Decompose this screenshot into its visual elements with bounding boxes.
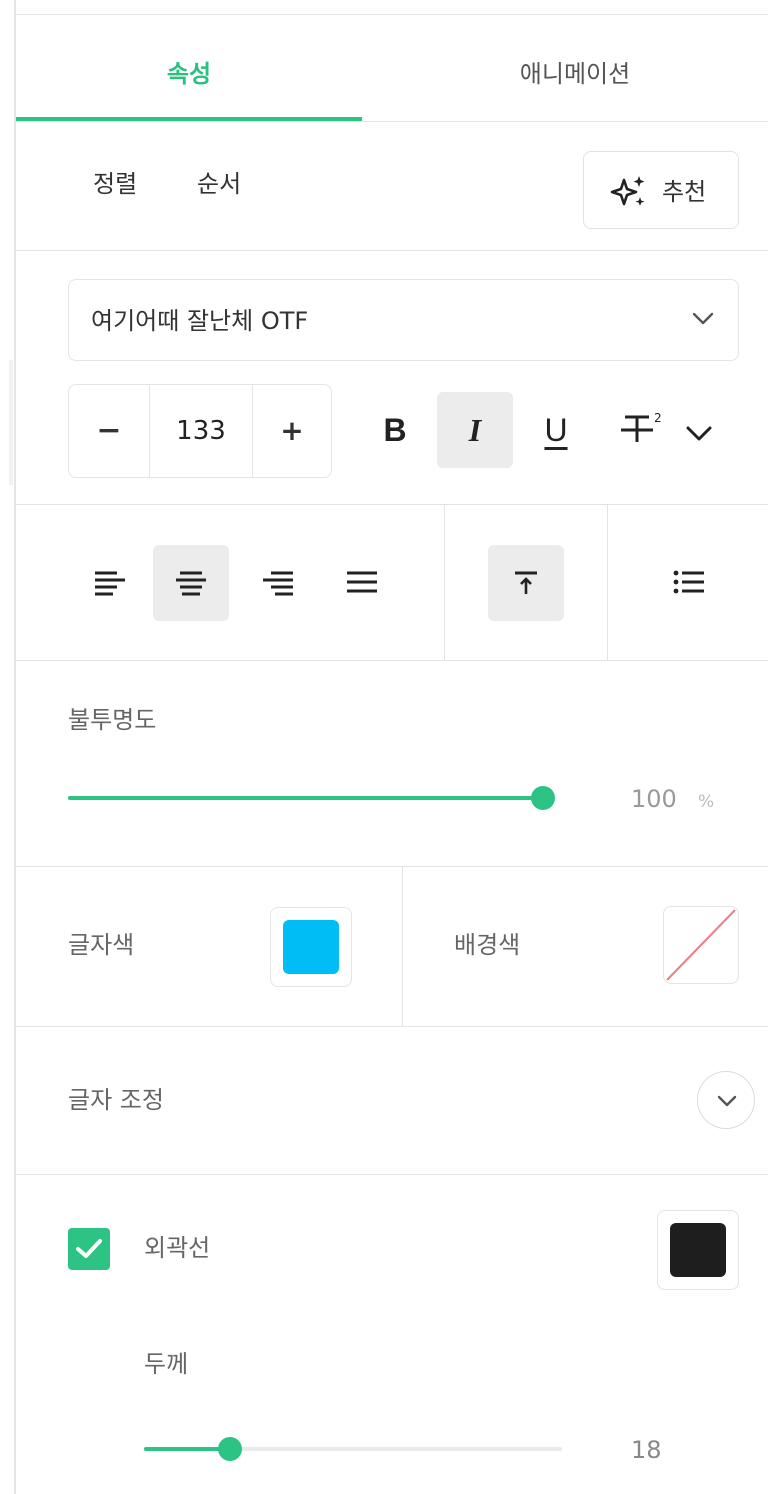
chevron-down-icon [717, 1095, 737, 1107]
chevron-down-icon [692, 312, 714, 325]
checkmark-icon [76, 1239, 102, 1258]
align-justify-button[interactable] [324, 545, 400, 621]
panel-left-edge [9, 360, 13, 485]
no-color-icon [666, 909, 736, 981]
section-divider [16, 1026, 768, 1027]
thickness-label: 두께 [144, 1350, 189, 1378]
section-divider [16, 1174, 768, 1175]
outline-color-swatch[interactable] [657, 1210, 739, 1290]
text-color-label: 글자색 [68, 931, 135, 959]
strikethrough-button[interactable]: 2 [612, 392, 668, 468]
column-divider [402, 867, 403, 1026]
background-color-label: 배경색 [454, 931, 521, 959]
recommend-label: 추천 [662, 178, 707, 206]
font-size-value[interactable]: 133 [149, 385, 253, 477]
align-left-icon [95, 571, 125, 596]
more-format-button[interactable] [680, 392, 718, 468]
section-divider [16, 250, 768, 251]
opacity-label: 불투명도 [68, 706, 157, 734]
outline-color-fill [670, 1223, 726, 1277]
font-size-stepper: − 133 + [68, 384, 332, 478]
outline-checkbox[interactable] [68, 1228, 110, 1270]
align-justify-icon [347, 571, 377, 593]
chevron-down-icon [686, 426, 712, 441]
tab-animation[interactable]: 애니메이션 [400, 48, 750, 100]
sparkle-icon [610, 176, 645, 206]
bold-button[interactable]: B [362, 392, 428, 468]
align-right-icon [263, 571, 293, 596]
list-button[interactable] [651, 545, 727, 621]
tab-divider [16, 121, 768, 122]
align-right-button[interactable] [240, 545, 316, 621]
text-adjust-label[interactable]: 글자 조정 [68, 1082, 164, 1118]
align-center-icon [176, 571, 206, 596]
column-divider [444, 505, 445, 660]
text-color-swatch[interactable] [270, 907, 352, 987]
tab-properties[interactable]: 속성 [16, 48, 362, 100]
align-left-button[interactable] [72, 545, 148, 621]
opacity-value[interactable]: 100 [631, 781, 677, 817]
section-divider [16, 660, 768, 661]
recommend-button[interactable]: 추천 [583, 151, 739, 229]
svg-text:2: 2 [654, 411, 662, 425]
vertical-align-top-button[interactable] [488, 545, 564, 621]
align-top-icon [515, 571, 537, 594]
increase-size-button[interactable]: + [253, 385, 331, 477]
thickness-slider-thumb[interactable] [218, 1437, 242, 1461]
section-divider [16, 866, 768, 867]
column-divider [607, 505, 608, 660]
list-icon [673, 570, 704, 594]
align-center-button[interactable] [153, 545, 229, 621]
text-color-fill [283, 920, 339, 974]
background-color-swatch[interactable] [663, 906, 739, 984]
active-tab-indicator [16, 117, 362, 121]
decrease-size-button[interactable]: − [69, 385, 149, 477]
subtab-align[interactable]: 정렬 [93, 166, 137, 202]
text-adjust-expand-button[interactable] [697, 1071, 755, 1129]
panel-top-border [16, 14, 768, 15]
outline-label: 외곽선 [144, 1234, 211, 1262]
opacity-slider-thumb[interactable] [531, 786, 555, 810]
subtab-order[interactable]: 순서 [197, 166, 241, 202]
panel-left-border [14, 0, 16, 1494]
section-divider [16, 504, 768, 505]
opacity-slider-track[interactable] [68, 796, 544, 800]
thickness-value[interactable]: 18 [631, 1432, 662, 1468]
opacity-unit: % [698, 792, 715, 812]
strikethrough-icon: 2 [621, 411, 662, 442]
font-family-value: 여기어때 잘난체 OTF [91, 307, 309, 335]
underline-button[interactable]: U [521, 392, 591, 468]
font-family-select[interactable]: 여기어때 잘난체 OTF [68, 279, 739, 361]
italic-button[interactable]: I [437, 392, 513, 468]
